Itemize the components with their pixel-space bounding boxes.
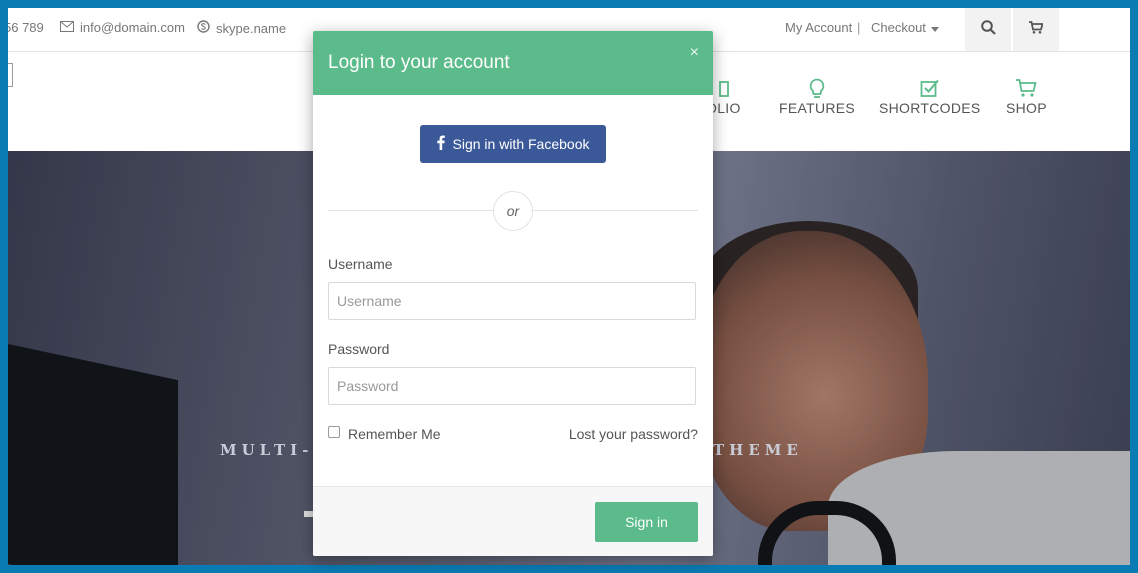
checkbox-icon: [920, 78, 940, 100]
facebook-signin-button[interactable]: Sign in with Facebook: [420, 125, 606, 163]
facebook-signin-label: Sign in with Facebook: [452, 136, 590, 152]
username-label: Username: [328, 256, 393, 272]
caret-down-icon: [930, 20, 939, 35]
search-button[interactable]: [965, 8, 1011, 51]
skype-contact[interactable]: skype.name: [197, 20, 286, 36]
facebook-icon: [436, 135, 445, 153]
or-badge: or: [493, 191, 533, 231]
lightbulb-icon: [808, 78, 826, 100]
email-address: info@domain.com: [80, 20, 185, 35]
password-label: Password: [328, 341, 390, 357]
phone-contact: 56 789: [8, 20, 44, 35]
phone-number: 56 789: [8, 20, 44, 35]
nav-label-shortcodes: SHORTCODES: [879, 100, 981, 116]
login-modal: Login to your account × Sign in with Fac…: [313, 31, 713, 556]
nav-item-shortcodes[interactable]: SHORTCODES: [879, 78, 981, 116]
close-icon[interactable]: ×: [690, 44, 699, 62]
skype-icon: [197, 20, 210, 36]
envelope-icon: [60, 20, 74, 35]
nav-label-shop: SHOP: [1006, 100, 1047, 116]
remember-me-label[interactable]: Remember Me: [348, 426, 441, 442]
modal-header: Login to your account ×: [313, 31, 713, 95]
portfolio-icon: [716, 78, 730, 100]
cart-icon: [1029, 20, 1044, 39]
modal-footer: Sign in: [313, 486, 713, 556]
checkout-dropdown[interactable]: Checkout: [871, 20, 939, 35]
cart-button[interactable]: [1013, 8, 1059, 51]
skype-name: skype.name: [216, 20, 287, 36]
nav-item-features[interactable]: FEATURES: [779, 78, 855, 116]
hero-text-right: THEME: [713, 441, 803, 459]
lost-password-link[interactable]: Lost your password?: [569, 426, 698, 442]
logo[interactable]: [8, 63, 13, 87]
my-account-link[interactable]: My Account: [785, 20, 852, 35]
signin-button[interactable]: Sign in: [595, 502, 698, 542]
password-input[interactable]: [328, 367, 696, 405]
modal-title: Login to your account: [328, 52, 510, 73]
cart-icon: [1015, 78, 1038, 100]
checkout-label: Checkout: [871, 20, 926, 35]
email-contact[interactable]: info@domain.com: [60, 20, 185, 35]
nav-item-shop[interactable]: SHOP: [1006, 78, 1047, 116]
topbar-separator: |: [857, 20, 861, 35]
username-input[interactable]: [328, 282, 696, 320]
remember-me-checkbox[interactable]: [328, 426, 340, 438]
nav-label-features: FEATURES: [779, 100, 856, 116]
search-icon: [980, 19, 996, 40]
